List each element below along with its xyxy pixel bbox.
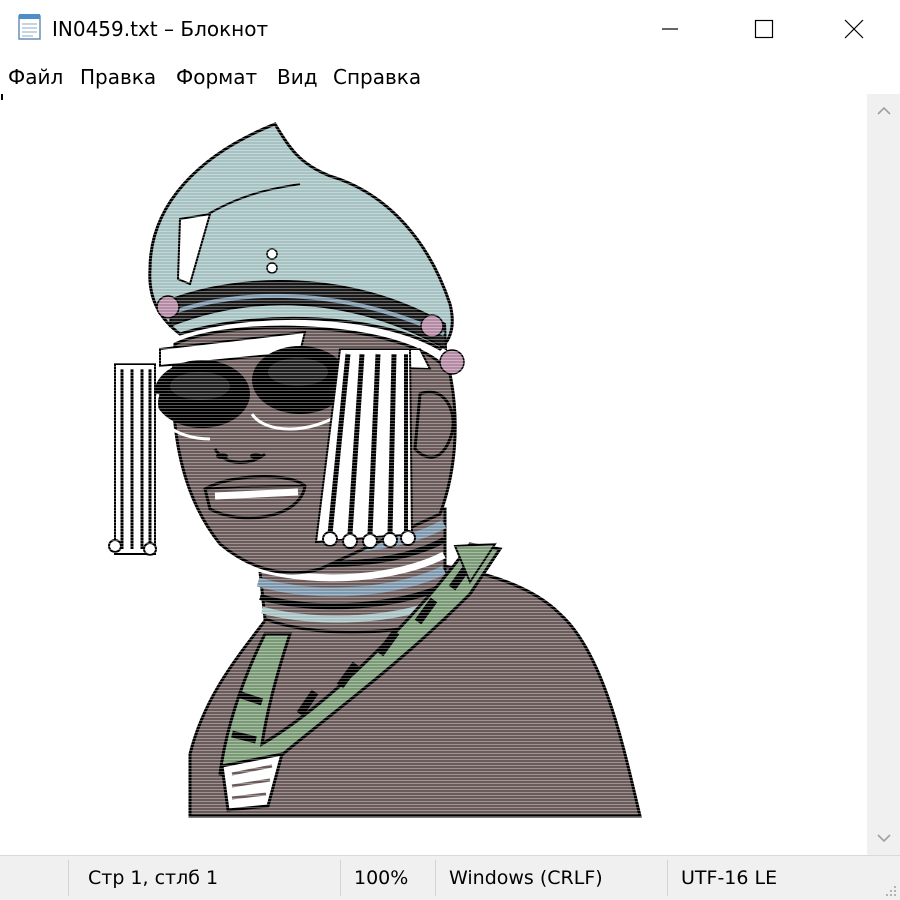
status-encoding: UTF-16 LE (681, 867, 778, 889)
resize-grip-icon[interactable] (883, 883, 897, 897)
text-editor-area[interactable] (0, 94, 867, 855)
status-line-endings: Windows (CRLF) (449, 867, 603, 889)
close-button[interactable] (808, 0, 900, 58)
menu-edit[interactable]: Правка (80, 64, 156, 90)
scroll-up-arrow-icon (876, 106, 891, 115)
ascii-art-portrait (100, 119, 660, 819)
minimize-icon (662, 28, 678, 30)
status-cursor-position: Стр 1, стлб 1 (88, 867, 219, 889)
window-title: IN0459.txt – Блокнот (52, 17, 269, 41)
status-zoom: 100% (354, 867, 409, 889)
close-icon (844, 19, 864, 39)
title-bar[interactable]: IN0459.txt – Блокнот (0, 0, 900, 58)
menu-format[interactable]: Формат (176, 64, 257, 90)
menu-view[interactable]: Вид (277, 64, 318, 90)
scroll-down-button[interactable] (867, 821, 900, 855)
scroll-down-arrow-icon (876, 834, 891, 843)
status-separator (68, 860, 69, 896)
menu-help[interactable]: Справка (333, 64, 421, 90)
vertical-scrollbar[interactable] (867, 94, 900, 855)
maximize-button[interactable] (718, 0, 810, 58)
scroll-up-button[interactable] (867, 94, 900, 128)
menu-file[interactable]: Файл (8, 64, 63, 90)
notepad-icon (18, 13, 42, 40)
status-bar: Стр 1, стлб 1 100% Windows (CRLF) UTF-16… (0, 855, 900, 900)
minimize-button[interactable] (624, 0, 716, 58)
maximize-icon (754, 19, 774, 39)
menu-bar: Файл Правка Формат Вид Справка (0, 58, 900, 94)
